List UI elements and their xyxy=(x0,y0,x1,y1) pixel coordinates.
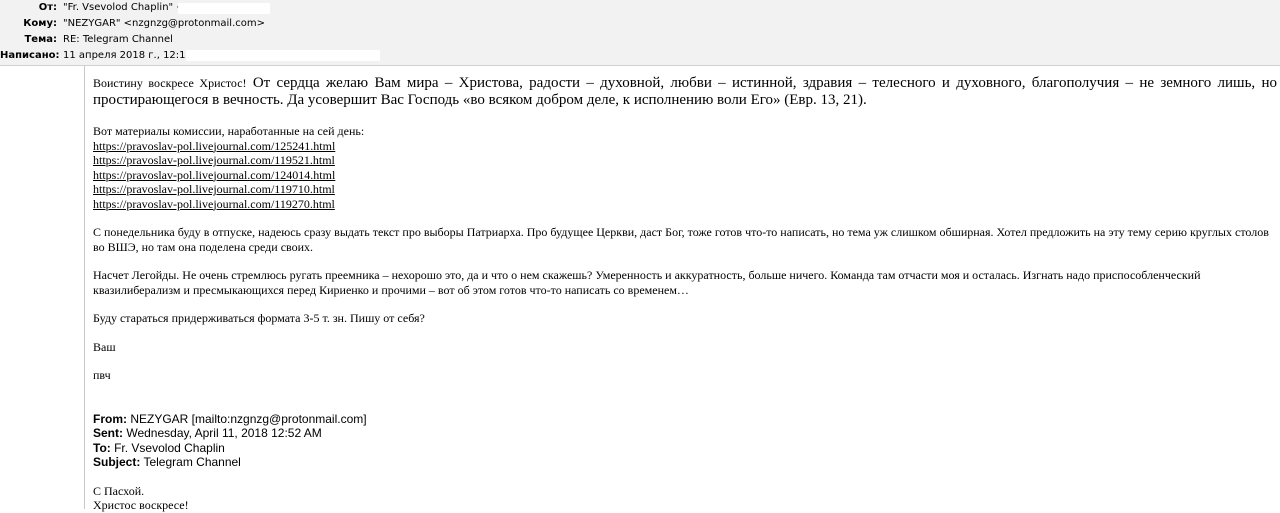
subject-value: RE: Telegram Channel xyxy=(63,34,173,45)
paragraph-legoyda: Насчет Легойды. Не очень стремлюсь ругат… xyxy=(93,268,1201,297)
date-label: Написано: xyxy=(0,50,60,61)
link-4[interactable]: https://pravoslav-pol.livejournal.com/11… xyxy=(93,182,1277,197)
to-value[interactable]: "NEZYGAR" <nzgnzg@protonmail.com> xyxy=(63,16,265,32)
links-list: https://pravoslav-pol.livejournal.com/12… xyxy=(93,139,1277,212)
paragraph-format: Буду стараться придерживаться формата 3-… xyxy=(93,311,425,325)
quoted-subject-value: Telegram Channel xyxy=(140,455,241,469)
quoted-sent: Sent: Wednesday, April 11, 2018 12:52 AM xyxy=(93,426,1277,441)
quoted-sent-label: Sent: xyxy=(93,426,123,440)
quoted-from-label: From: xyxy=(93,411,127,426)
from-value[interactable]: "Fr. Vsevolod Chaplin" < xyxy=(63,0,185,16)
greeting-small: Воистину воскресе Христос! xyxy=(93,76,247,90)
materials-intro: Вот материалы комиссии, наработанные на … xyxy=(93,124,365,138)
link-2[interactable]: https://pravoslav-pol.livejournal.com/11… xyxy=(93,153,1277,168)
quoted-from-value: NEZYGAR [mailto:nzgnzg@protonmail.com] xyxy=(127,411,367,426)
quoted-from: From: NEZYGAR [mailto:nzgnzg@protonmail.… xyxy=(93,412,1277,427)
greeting-large: От сердца желаю Вам мира – Христова, рад… xyxy=(93,75,1277,108)
quoted-sent-value: Wednesday, April 11, 2018 12:52 AM xyxy=(123,426,322,440)
to-label: Кому: xyxy=(23,18,57,29)
link-5[interactable]: https://pravoslav-pol.livejournal.com/11… xyxy=(93,197,1277,212)
redaction-mask xyxy=(178,3,270,14)
redaction-mask xyxy=(186,50,380,61)
email-header: От: "Fr. Vsevolod Chaplin" < Кому: "NEZY… xyxy=(0,0,1280,66)
quoted-subject: Subject: Telegram Channel xyxy=(93,455,1277,470)
paragraph-vacation: С понедельника буду в отпуске, надеюсь с… xyxy=(93,225,1269,254)
quoted-line-2: Христос воскресе! xyxy=(93,498,189,512)
link-1[interactable]: https://pravoslav-pol.livejournal.com/12… xyxy=(93,139,1277,154)
quoted-line-1: С Пасхой. xyxy=(93,483,145,498)
quoted-header: From: NEZYGAR [mailto:nzgnzg@protonmail.… xyxy=(93,412,1277,470)
signature: пвч xyxy=(93,368,111,382)
greeting-paragraph: Воистину воскресе Христос! От сердца жел… xyxy=(93,75,1277,109)
from-label: От: xyxy=(38,2,57,13)
quoted-to: To: Fr. Vsevolod Chaplin xyxy=(93,441,1277,456)
closing: Ваш xyxy=(93,339,116,354)
message-content: Воистину воскресе Христос! От сердца жел… xyxy=(93,75,1277,513)
link-3[interactable]: https://pravoslav-pol.livejournal.com/12… xyxy=(93,168,1277,183)
quoted-to-value: Fr. Vsevolod Chaplin xyxy=(110,440,225,455)
quoted-to-label: To: xyxy=(93,440,111,455)
message-body: Воистину воскресе Христос! От сердца жел… xyxy=(84,66,1280,512)
quoted-subject-label: Subject: xyxy=(93,455,141,469)
subject-label: Тема: xyxy=(24,34,57,45)
